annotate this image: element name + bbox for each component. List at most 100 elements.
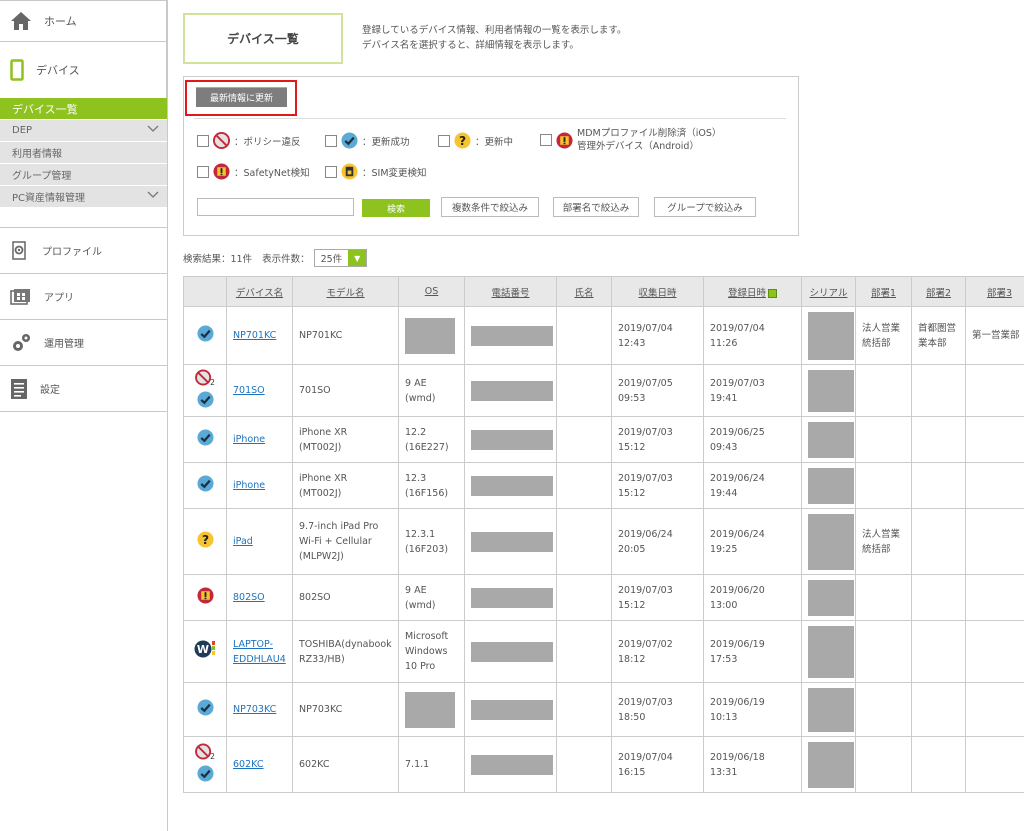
dept2-cell — [911, 736, 966, 793]
device-name-link[interactable]: LAPTOP-EDDHLAU4 — [226, 620, 293, 683]
column-header-name[interactable]: 氏名 — [556, 276, 612, 307]
model-name-cell: iPhone XR (MT002J) — [292, 416, 399, 463]
dept1-cell: 法人営業統括部 — [855, 306, 912, 365]
serial-cell — [801, 682, 856, 737]
updating-checkbox[interactable] — [438, 134, 450, 147]
device-name-link[interactable]: iPhone — [226, 416, 293, 463]
column-header-phone[interactable]: 電話番号 — [464, 276, 557, 307]
column-header-serial[interactable]: シリアル — [801, 276, 856, 307]
column-header-dept2[interactable]: 部署2 — [911, 276, 966, 307]
masked-block — [471, 380, 553, 401]
sim-checkbox[interactable] — [325, 165, 337, 178]
column-header-device-name[interactable]: デバイス名 — [226, 276, 293, 307]
success-checkbox[interactable] — [325, 134, 337, 147]
filter-conditions-button[interactable]: 複数条件で絞込み — [441, 197, 539, 217]
device-name-link[interactable]: NP701KC — [226, 306, 293, 365]
search-button[interactable]: 検索 — [362, 199, 430, 217]
check-icon — [341, 132, 358, 149]
masked-block — [808, 421, 854, 458]
phone-cell — [464, 682, 557, 737]
dept3-cell: 第一営業部 — [965, 306, 1024, 365]
model-name-cell: TOSHIBA(dynabook RZ33/HB) — [292, 620, 399, 683]
device-name-link[interactable]: iPhone — [226, 462, 293, 509]
nav-profile[interactable]: プロファイル — [0, 228, 167, 274]
safetynet-checkbox[interactable] — [197, 165, 209, 178]
phone-cell — [464, 462, 557, 509]
collected-cell: 2019/07/03 15:12 — [611, 462, 704, 509]
serial-cell — [801, 306, 856, 365]
masked-block — [808, 513, 854, 570]
dept1-cell — [855, 364, 912, 417]
legend-policy-label: ：ポリシー違反 — [234, 136, 301, 148]
filter-group-button[interactable]: グループで絞込み — [654, 197, 756, 217]
column-header-label: OS — [424, 286, 439, 297]
status-cell: 2 — [183, 736, 227, 793]
sidebar-item-dep[interactable]: DEP — [0, 120, 167, 142]
filter-department-button[interactable]: 部署名で絞込み — [553, 197, 639, 217]
collected-cell: 2019/07/05 09:53 — [611, 364, 704, 417]
result-count: 検索結果：11件 — [183, 254, 253, 265]
model-name-cell: 9.7-inch iPad Pro Wi-Fi + Cellular (MLPW… — [292, 508, 399, 575]
dropdown-arrow-icon: ▼ — [348, 250, 367, 266]
nav-operation[interactable]: 運用管理 — [0, 320, 167, 366]
nav-device-label: デバイス — [36, 64, 80, 77]
nav-app[interactable]: アプリ — [0, 274, 167, 320]
column-header-label: 部署3 — [986, 287, 1013, 299]
question-icon: ? — [184, 530, 226, 553]
legend-safetynet-label: ：SafetyNet検知 — [234, 167, 310, 179]
sidebar-spacer — [0, 208, 167, 228]
sidebar-item-user-info[interactable]: 利用者情報 — [0, 142, 167, 164]
phone-cell — [464, 736, 557, 793]
status-cell — [183, 416, 227, 463]
refresh-button[interactable]: 最新情報に更新 — [196, 87, 287, 107]
sidebar-item-device-list[interactable]: デバイス一覧 — [0, 98, 167, 120]
dept1-cell — [855, 620, 912, 683]
chevron-down-icon — [147, 191, 159, 202]
column-header-collected[interactable]: 収集日時 — [611, 276, 704, 307]
device-name-link[interactable]: 802SO — [226, 574, 293, 621]
column-header-registered[interactable]: 登録日時 — [703, 276, 802, 307]
device-name-link[interactable]: iPad — [226, 508, 293, 575]
device-name-link[interactable]: 602KC — [226, 736, 293, 793]
collected-cell: 2019/07/02 18:12 — [611, 620, 704, 683]
per-page-select[interactable]: 25件 ▼ — [313, 249, 368, 267]
phone-cell — [464, 416, 557, 463]
check-icon — [184, 698, 226, 721]
smartphone-icon — [10, 59, 24, 81]
device-name-link[interactable]: 701SO — [226, 364, 293, 417]
nav-home[interactable]: ホーム — [0, 0, 167, 42]
search-input[interactable] — [197, 198, 354, 216]
prohibited-icon: 2 — [184, 368, 226, 391]
policy-checkbox[interactable] — [197, 134, 209, 147]
sidebar-item-group-management[interactable]: グループ管理 — [0, 164, 167, 186]
legend-sim: ：SIM変更検知 — [325, 163, 427, 180]
column-header-label: 部署2 — [925, 287, 952, 299]
model-name-cell: 802SO — [292, 574, 399, 621]
nav-device[interactable]: デバイス — [0, 42, 167, 98]
os-cell: 7.1.1 — [398, 736, 465, 793]
svg-text:2: 2 — [210, 378, 215, 386]
device-name-link[interactable]: NP703KC — [226, 682, 293, 737]
mdm-checkbox[interactable] — [540, 134, 552, 146]
column-header-dept3[interactable]: 部署3 — [965, 276, 1024, 307]
nav-settings[interactable]: 設定 — [0, 366, 167, 412]
column-header-model-name[interactable]: モデル名 — [292, 276, 399, 307]
dept1-cell — [855, 682, 912, 737]
serial-cell — [801, 574, 856, 621]
column-header-os[interactable]: OS — [398, 276, 465, 307]
masked-block — [471, 754, 553, 775]
alert-icon — [556, 131, 573, 149]
name-cell — [556, 416, 612, 463]
nav-settings-label: 設定 — [40, 385, 60, 396]
sidebar-item-label: PC資産情報管理 — [12, 193, 86, 204]
column-header-dept1[interactable]: 部署1 — [855, 276, 912, 307]
sidebar-item-pc-assets[interactable]: PC資産情報管理 — [0, 186, 167, 208]
name-cell — [556, 364, 612, 417]
prohibited-icon — [213, 132, 230, 149]
device-table: デバイス名 モデル名 OS 電話番号 氏名 収集日時 登録日時 シリアル 部署1 部署2 部署3 N… — [183, 276, 1024, 793]
dept1-cell — [855, 462, 912, 509]
svg-text:W: W — [197, 643, 209, 656]
masked-block — [471, 531, 553, 552]
masked-block — [808, 311, 854, 360]
table-header-row: デバイス名 モデル名 OS 電話番号 氏名 収集日時 登録日時 シリアル 部署1 部署2 部署3 — [183, 276, 1024, 307]
